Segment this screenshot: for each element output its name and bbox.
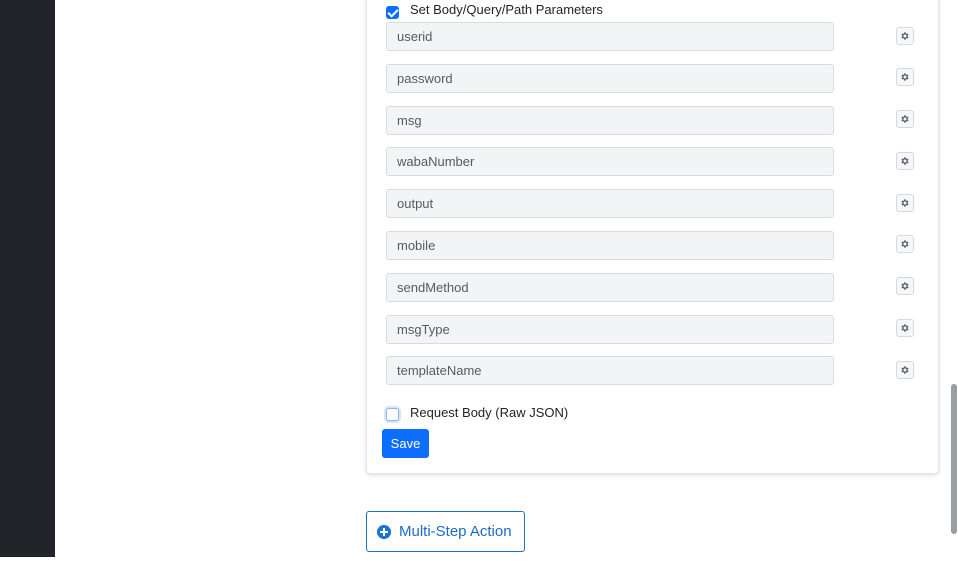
set-params-label: Set Body/Query/Path Parameters: [410, 2, 603, 17]
gear-icon: [901, 157, 909, 165]
param-field-userid[interactable]: [386, 22, 834, 51]
app-sidebar: [0, 0, 55, 557]
gear-icon: [901, 366, 909, 374]
param-settings-button[interactable]: [896, 361, 914, 379]
param-settings-button[interactable]: [896, 110, 914, 128]
param-settings-button[interactable]: [896, 27, 914, 45]
set-params-checkbox[interactable]: [386, 6, 399, 19]
param-field-sendmethod[interactable]: [386, 273, 834, 302]
gear-icon: [901, 240, 909, 248]
param-settings-button[interactable]: [896, 194, 914, 212]
gear-icon: [901, 115, 909, 123]
multi-step-action-label: Multi-Step Action: [399, 523, 512, 540]
param-field-msgtype[interactable]: [386, 315, 834, 344]
raw-json-label: Request Body (Raw JSON): [410, 405, 569, 420]
param-field-password[interactable]: [386, 64, 834, 93]
gear-icon: [901, 282, 909, 290]
gear-icon: [901, 324, 909, 332]
gear-icon: [901, 32, 909, 40]
param-settings-button[interactable]: [896, 68, 914, 86]
param-field-templatename[interactable]: [386, 356, 834, 385]
param-field-msg[interactable]: [386, 106, 834, 135]
gear-icon: [901, 199, 909, 207]
param-field-output[interactable]: [386, 189, 834, 218]
raw-json-checkbox[interactable]: [386, 408, 399, 421]
param-settings-button[interactable]: [896, 277, 914, 295]
plus-circle-icon: [377, 524, 391, 539]
param-settings-button[interactable]: [896, 319, 914, 337]
param-field-mobile[interactable]: [386, 231, 834, 260]
gear-icon: [901, 73, 909, 81]
param-field-wabanumber[interactable]: [386, 147, 834, 176]
multi-step-action-button[interactable]: Multi-Step Action: [366, 511, 525, 552]
page-bottom-edge: [0, 557, 958, 561]
param-settings-button[interactable]: [896, 152, 914, 170]
scrollbar-thumb[interactable]: [951, 384, 957, 534]
param-settings-button[interactable]: [896, 235, 914, 253]
save-button[interactable]: Save: [382, 429, 429, 458]
